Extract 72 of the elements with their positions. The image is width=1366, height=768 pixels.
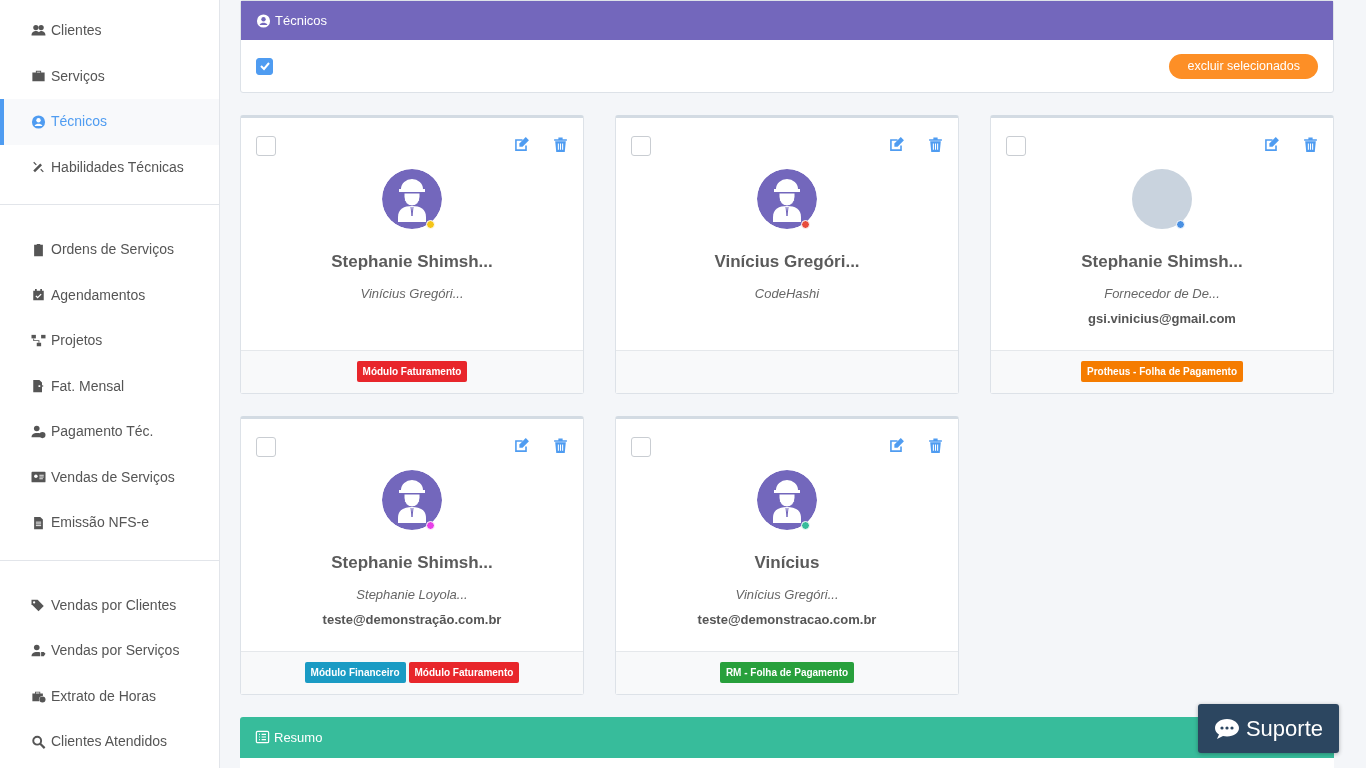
briefcase-icon bbox=[31, 69, 46, 84]
technician-name: Vinícius Gregóri... bbox=[714, 250, 860, 273]
skill-tag: Módulo Financeiro bbox=[304, 662, 406, 684]
select-checkbox[interactable] bbox=[256, 436, 276, 457]
technician-company: Vinícius Gregóri... bbox=[735, 586, 839, 605]
trash-icon[interactable] bbox=[927, 135, 944, 153]
sidebar-item[interactable]: Vendas por Serviços bbox=[0, 628, 219, 674]
technician-email: teste@demonstracao.com.br bbox=[697, 610, 877, 629]
technician-company: Stephanie Loyola... bbox=[356, 586, 468, 605]
sidebar-item[interactable]: Clientes Atendidos bbox=[0, 719, 219, 765]
clipboard-icon bbox=[31, 242, 46, 257]
panel-title: Técnicos bbox=[275, 11, 328, 30]
sidebar-item[interactable]: Serviços bbox=[0, 53, 219, 99]
sidebar-item[interactable]: Clientes bbox=[0, 8, 219, 54]
technician-name: Stephanie Shimsh... bbox=[1081, 250, 1243, 273]
list-icon bbox=[255, 730, 270, 745]
technician-company: Fornecedor de De... bbox=[1104, 285, 1220, 304]
technician-email: teste@demonstração.com.br bbox=[322, 610, 502, 629]
technician-email: gsi.vinicius@gmail.com bbox=[1088, 309, 1236, 328]
briefcase-clock-icon bbox=[31, 689, 46, 704]
technician-company: Vinícius Gregóri... bbox=[360, 285, 464, 304]
edit-icon[interactable] bbox=[513, 135, 530, 153]
select-checkbox[interactable] bbox=[631, 436, 651, 457]
trash-icon[interactable] bbox=[927, 436, 944, 454]
sidebar-item[interactable]: Ordens de Serviços bbox=[0, 227, 219, 273]
edit-icon[interactable] bbox=[888, 436, 905, 454]
trash-icon[interactable] bbox=[1302, 135, 1319, 153]
worker-avatar-icon bbox=[382, 168, 442, 229]
chat-icon bbox=[1213, 717, 1240, 740]
sidebar-item[interactable]: Vendas de Serviços bbox=[0, 454, 219, 500]
skill-tag: RM - Folha de Pagamento bbox=[719, 662, 855, 684]
edit-icon[interactable] bbox=[1263, 135, 1280, 153]
skill-tag: Módulo Faturamento bbox=[408, 662, 520, 684]
sidebar-item[interactable]: Extrato de Horas bbox=[0, 673, 219, 719]
sidebar-item[interactable]: Agendamentos bbox=[0, 272, 219, 318]
worker-avatar-icon bbox=[757, 469, 817, 530]
sidebar-item[interactable]: Projetos bbox=[0, 318, 219, 364]
technician-name: Vinícius bbox=[754, 551, 820, 574]
support-button[interactable]: Suporte bbox=[1197, 704, 1339, 753]
technician-name: Stephanie Shimsh... bbox=[331, 551, 493, 574]
worker-avatar-icon bbox=[382, 469, 442, 530]
worker-avatar-icon bbox=[757, 168, 817, 229]
hierarchy-icon bbox=[31, 333, 46, 348]
sidebar-item[interactable]: Vendas por Clientes bbox=[0, 582, 219, 628]
id-card-icon bbox=[31, 470, 46, 485]
select-checkbox[interactable] bbox=[631, 135, 651, 156]
search-icon bbox=[31, 734, 46, 749]
skill-tag: Protheus - Folha de Pagamento bbox=[1081, 361, 1243, 383]
user-circle-icon bbox=[31, 114, 46, 129]
user-circle-icon bbox=[256, 13, 271, 28]
sidebar-item[interactable]: Pagamento Téc. bbox=[0, 409, 219, 455]
users-icon bbox=[31, 23, 46, 38]
edit-icon[interactable] bbox=[513, 436, 530, 454]
checkmark-icon bbox=[258, 60, 271, 73]
technician-name: Stephanie Shimsh... bbox=[331, 250, 493, 273]
document-icon bbox=[31, 515, 46, 530]
select-checkbox[interactable] bbox=[256, 135, 276, 156]
calendar-icon bbox=[31, 288, 46, 303]
sidebar-item[interactable]: Emissão NFS-e bbox=[0, 500, 219, 546]
edit-icon[interactable] bbox=[888, 135, 905, 153]
trash-icon[interactable] bbox=[552, 436, 569, 454]
technician-company: CodeHashi bbox=[754, 285, 820, 304]
trash-icon[interactable] bbox=[552, 135, 569, 153]
select-checkbox[interactable] bbox=[1006, 135, 1026, 156]
skill-tag: Módulo Faturamento bbox=[356, 361, 468, 383]
sidebar-item[interactable]: Habilidades Técnicas bbox=[0, 144, 219, 190]
tags-icon bbox=[31, 598, 46, 613]
select-all-checkbox[interactable] bbox=[256, 57, 273, 75]
summary-title: Resumo bbox=[274, 728, 323, 747]
user-tag-icon bbox=[31, 643, 46, 658]
user-clock-icon bbox=[31, 424, 46, 439]
sidebar-item[interactable]: Fat. Mensal bbox=[0, 363, 219, 409]
